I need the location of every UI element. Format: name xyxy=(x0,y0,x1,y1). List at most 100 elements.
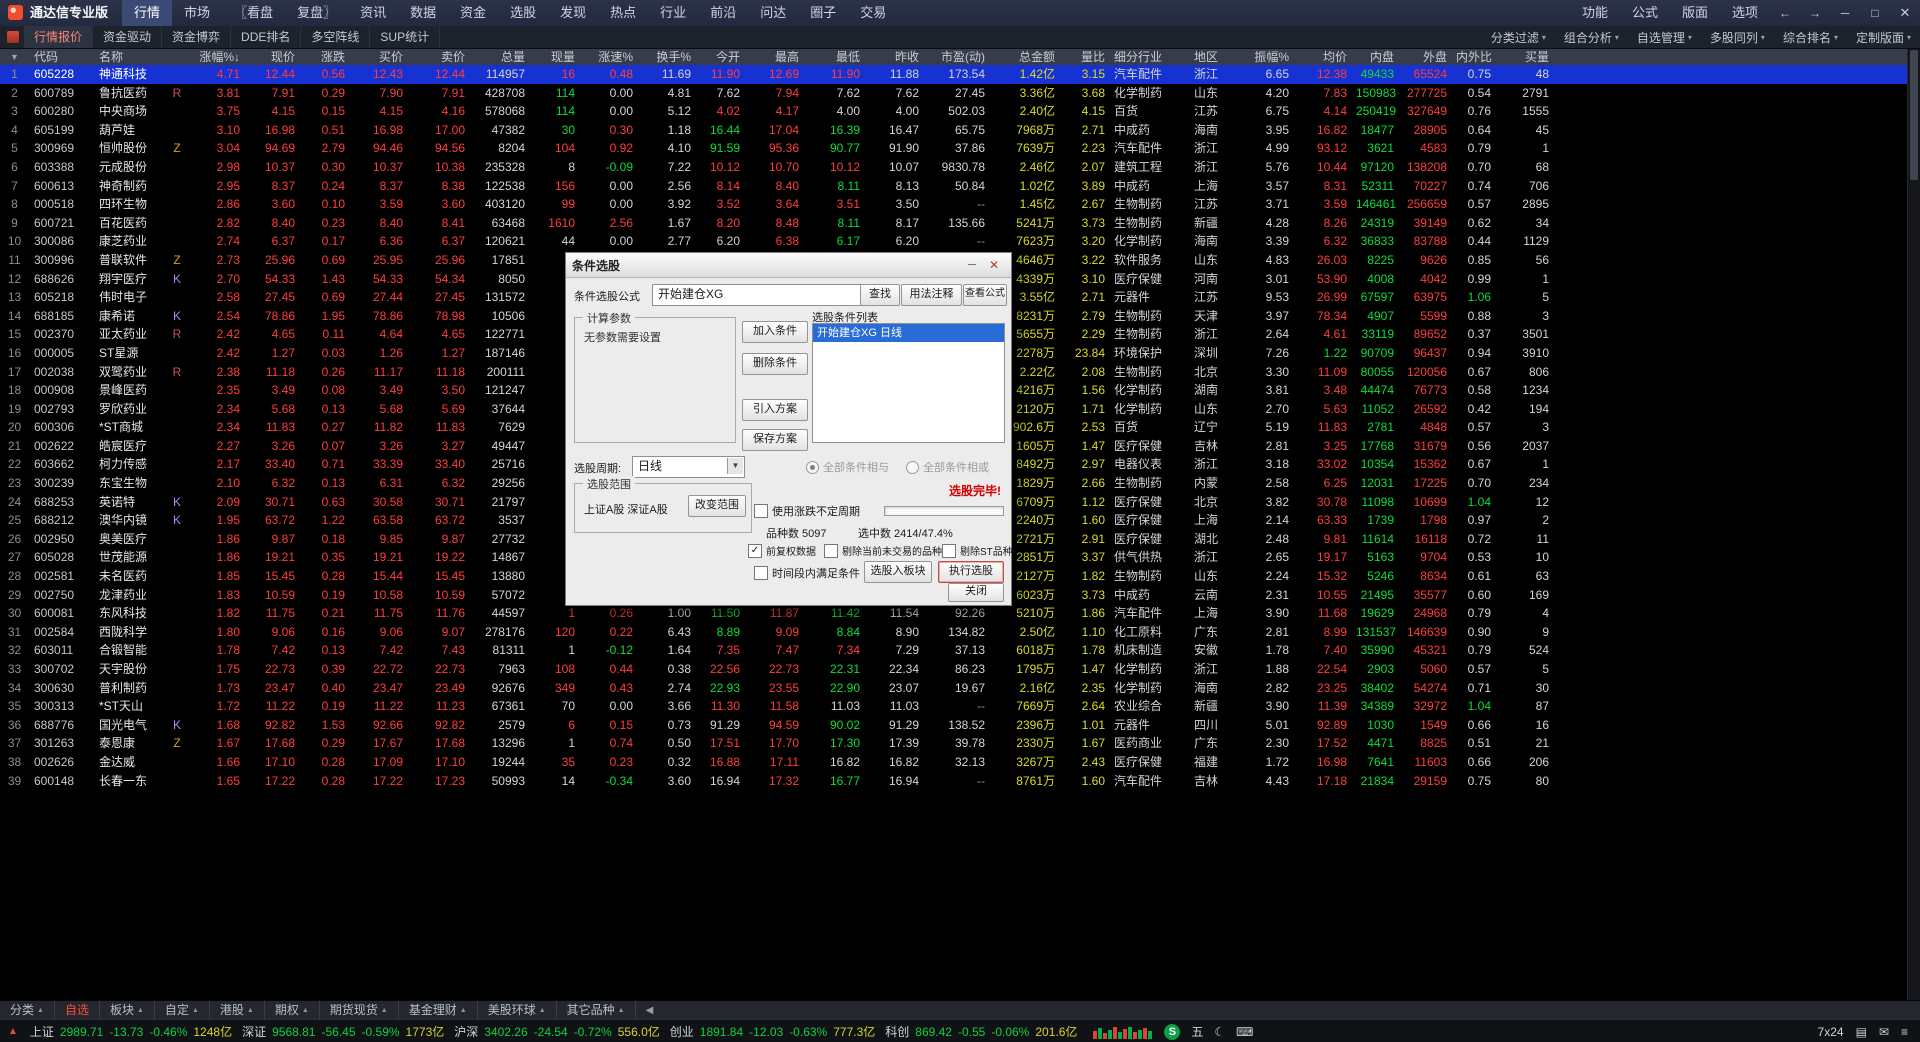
market-tab[interactable]: 其它品种▲ xyxy=(557,1001,636,1020)
save-plan-button[interactable]: 保存方案 xyxy=(742,429,808,451)
col-header-mark[interactable] xyxy=(165,48,190,65)
night-mode-icon[interactable]: ☾ xyxy=(1214,1025,1225,1039)
view-formula-button[interactable]: 查看公式 xyxy=(963,284,1007,306)
market-tab[interactable]: 自定▲ xyxy=(155,1001,210,1020)
chevron-down-icon[interactable]: ▼ xyxy=(727,458,743,474)
tab-scroll-left-icon[interactable]: ◀ xyxy=(646,1005,654,1016)
index-item[interactable]: 科创869.42-0.55-0.06%201.6亿 xyxy=(885,1023,1077,1040)
change-range-button[interactable]: 改变范围 xyxy=(688,495,746,517)
table-row[interactable]: 5300969恒帅股份Z3.0494.692.7994.4694.5682041… xyxy=(0,139,1908,158)
usage-note-button[interactable]: 用法注释 xyxy=(901,284,962,306)
col-header-io-ratio[interactable]: 内外比 xyxy=(1452,48,1496,65)
table-row[interactable]: 7600613神奇制药2.958.370.248.378.38122538156… xyxy=(0,177,1908,196)
toolbar-item[interactable]: SUP统计 xyxy=(370,26,440,48)
table-row[interactable]: 39600148长春一东1.6517.220.2817.2217.2350993… xyxy=(0,772,1908,791)
vertical-scrollbar[interactable] xyxy=(1907,48,1920,1000)
table-row[interactable]: 33300702天宇股份1.7522.730.3922.7222.7379631… xyxy=(0,660,1908,679)
menu-item[interactable]: 选项 xyxy=(1720,0,1770,26)
table-row[interactable]: 10300086康芝药业2.746.370.176.366.3712062144… xyxy=(0,232,1908,251)
menu-icon[interactable]: ≡ xyxy=(1901,1025,1908,1039)
col-header-inner-vol[interactable]: 内盘 xyxy=(1352,48,1399,65)
menu-item[interactable]: 〖看盘 xyxy=(222,0,285,26)
message-icon[interactable]: ✉ xyxy=(1879,1025,1889,1039)
toolbar-dropdown[interactable]: 定制版面▾ xyxy=(1847,29,1920,46)
index-item[interactable]: 深证9568.81-56.45-0.59%1773亿 xyxy=(242,1023,444,1040)
menu-item[interactable]: 版面 xyxy=(1670,0,1720,26)
market-tab[interactable]: 期货现货▲ xyxy=(320,1001,399,1020)
toolbar-item[interactable]: 行情报价 xyxy=(24,26,93,48)
menu-item[interactable]: 发现 xyxy=(548,0,598,26)
col-header-turnover[interactable]: 换手% xyxy=(638,48,696,65)
menu-item[interactable]: 圈子 xyxy=(798,0,848,26)
menu-item[interactable]: 前沿 xyxy=(698,0,748,26)
radio-all-and[interactable]: 全部条件相与 xyxy=(806,459,889,475)
market-tab[interactable]: 自选 xyxy=(55,1001,100,1020)
menu-item[interactable]: 公式 xyxy=(1620,0,1670,26)
toolbar-item[interactable]: 资金博弈 xyxy=(162,26,231,48)
radio-all-or[interactable]: 全部条件相或 xyxy=(906,459,989,475)
toolbar-dropdown[interactable]: 自选管理▾ xyxy=(1628,29,1701,46)
market-tab[interactable]: 分类▲ xyxy=(0,1001,55,1020)
col-header-buy-vol[interactable]: 买量 xyxy=(1496,48,1554,65)
table-row[interactable]: 6603388元成股份2.9810.370.3010.3710.38235328… xyxy=(0,158,1908,177)
col-header-outer-vol[interactable]: 外盘 xyxy=(1399,48,1452,65)
dialog-title-bar[interactable]: 条件选股 ─ ✕ xyxy=(566,253,1011,278)
col-header-name[interactable]: 名称 xyxy=(95,48,165,65)
toolbar-item[interactable]: DDE排名 xyxy=(231,26,301,48)
market-tab[interactable]: 基金理财▲ xyxy=(399,1001,478,1020)
back-button[interactable]: ← xyxy=(1770,0,1800,26)
menu-item[interactable]: 资讯 xyxy=(348,0,398,26)
toolbar-dropdown[interactable]: 综合排名▾ xyxy=(1774,29,1847,46)
col-header-amplitude[interactable]: 振幅% xyxy=(1235,48,1294,65)
table-row[interactable]: 32603011合锻智能1.787.420.137.427.43813111-0… xyxy=(0,641,1908,660)
col-header-sell[interactable]: 卖价 xyxy=(408,48,470,65)
col-header-volume[interactable]: 总量 xyxy=(470,48,530,65)
scrollbar-thumb[interactable] xyxy=(1910,50,1918,180)
period-combo[interactable]: 日线 ▼ xyxy=(632,456,745,478)
table-row[interactable]: 31002584西陇科学1.809.060.169.069.0727817612… xyxy=(0,623,1908,642)
menu-item[interactable]: 问达 xyxy=(748,0,798,26)
table-row[interactable]: 30600081东风科技1.8211.750.2111.7511.7644597… xyxy=(0,604,1908,623)
menu-item[interactable]: 资金 xyxy=(448,0,498,26)
col-header-idx[interactable]: ▼ xyxy=(0,48,30,65)
forward-button[interactable]: → xyxy=(1800,0,1830,26)
table-row[interactable]: 38002626金达威1.6617.100.2817.0917.10192443… xyxy=(0,753,1908,772)
menu-item[interactable]: 市场 xyxy=(172,0,222,26)
toolbar-item[interactable]: 资金驱动 xyxy=(93,26,162,48)
col-header-liangbi[interactable]: 量比 xyxy=(1060,48,1110,65)
toolbar-item[interactable]: 多空阵线 xyxy=(301,26,370,48)
dialog-minimize-icon[interactable]: ─ xyxy=(961,259,983,271)
col-header-change[interactable]: 涨跌 xyxy=(300,48,350,65)
menu-item[interactable]: 交易 xyxy=(848,0,898,26)
col-header-avg-price[interactable]: 均价 xyxy=(1294,48,1352,65)
menu-item[interactable]: 复盘〗 xyxy=(285,0,348,26)
add-condition-button[interactable]: 加入条件 xyxy=(742,321,808,343)
checkbox-forward-adjusted[interactable]: ✓ 前复权数据 xyxy=(748,543,816,558)
condition-list-item[interactable]: 开始建仓XG 日线 xyxy=(813,324,1004,342)
col-header-pe[interactable]: 市盈(动) xyxy=(924,48,990,65)
table-row[interactable]: 4605199葫芦娃3.1016.980.5116.9817.004738230… xyxy=(0,121,1908,140)
col-header-code[interactable]: 代码 xyxy=(30,48,95,65)
table-row[interactable]: 2600789鲁抗医药R3.817.910.297.907.9142870811… xyxy=(0,84,1908,103)
market-tab[interactable]: 板块▲ xyxy=(100,1001,155,1020)
market-tab[interactable]: 期权▲ xyxy=(265,1001,320,1020)
toolbar-dropdown[interactable]: 多股同列▾ xyxy=(1701,29,1774,46)
condition-listbox[interactable]: 开始建仓XG 日线 xyxy=(812,323,1005,443)
menu-item[interactable]: 功能 xyxy=(1570,0,1620,26)
col-header-price[interactable]: 现价 xyxy=(245,48,300,65)
col-header-region[interactable]: 地区 xyxy=(1190,48,1235,65)
table-row[interactable]: 8000518四环生物2.863.600.103.593.60403120990… xyxy=(0,195,1908,214)
formula-combo[interactable]: 开始建仓XG ▼ xyxy=(652,284,879,306)
checkbox-exclude-st[interactable]: 剔除ST品种 xyxy=(942,543,1013,558)
col-header-zhangfu[interactable]: 涨幅%↓ xyxy=(190,48,245,65)
table-row[interactable]: 37301263泰恩康Z1.6717.680.2917.6717.6813296… xyxy=(0,734,1908,753)
table-row[interactable]: 34300630普利制药1.7323.470.4023.4723.4992676… xyxy=(0,679,1908,698)
index-item[interactable]: 上证2989.71-13.73-0.46%1248亿 xyxy=(30,1023,232,1040)
pick-into-board-button[interactable]: 选股入板块 xyxy=(864,561,932,583)
level-quote-button[interactable]: 五 xyxy=(1191,1023,1203,1040)
col-header-high[interactable]: 最高 xyxy=(745,48,804,65)
col-header-buy[interactable]: 买价 xyxy=(350,48,408,65)
col-header-prev-close[interactable]: 昨收 xyxy=(865,48,924,65)
toolbar-dropdown[interactable]: 分类过滤▾ xyxy=(1482,29,1555,46)
import-plan-button[interactable]: 引入方案 xyxy=(742,399,808,421)
